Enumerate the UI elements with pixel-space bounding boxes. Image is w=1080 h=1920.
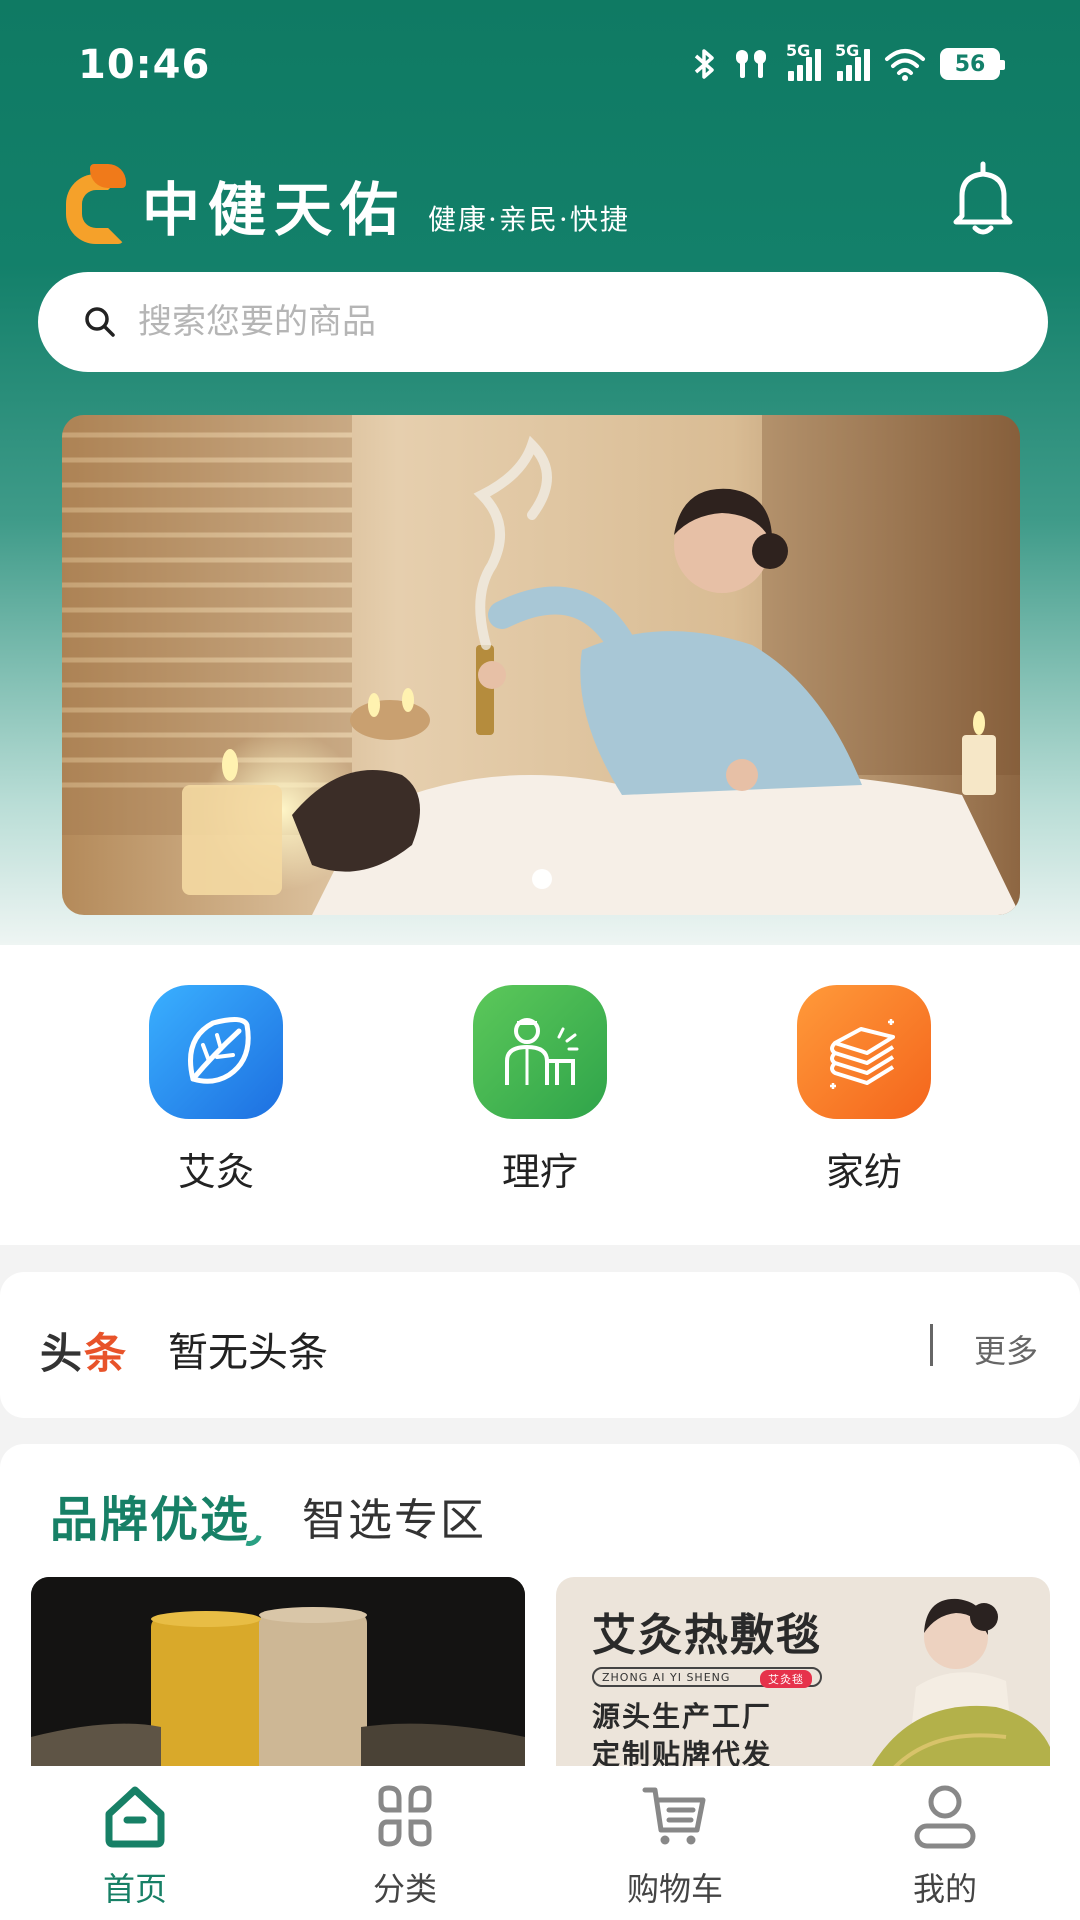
cart-icon [642,1787,706,1845]
brand-section: 品牌优选 智选专区 艾灸热敷毯 ZHONG AI YI SHENG 艾灸毯 源头生… [0,1444,1080,1784]
carousel-dot[interactable] [532,869,552,889]
nav-label: 我的 [912,1870,977,1908]
category-grid: 艾灸 理疗 家纺 [0,945,1080,1245]
promo-banner[interactable] [62,415,1020,915]
nav-category[interactable]: 分类 [270,1766,540,1920]
cellular-signal-icon-1: 5G [786,41,821,81]
category-icon [378,1785,432,1847]
status-bar: 10:46 5G 5G 56 [0,0,1080,130]
category-label: 理疗 [501,1150,578,1194]
nav-home[interactable]: 首页 [0,1766,270,1920]
tab-smart-picks[interactable]: 智选专区 [302,1484,486,1548]
headline-text: 暂无头条 [168,1330,328,1376]
model-image [866,1598,1050,1777]
therapist-icon [473,985,607,1119]
home-icon [105,1786,165,1848]
search-bar[interactable] [38,272,1048,372]
nav-profile[interactable]: 我的 [810,1766,1080,1920]
nav-label: 分类 [372,1870,437,1908]
card-line-1: 源头生产工厂 [592,1700,773,1733]
brand-header: 中健天佑 健康·亲民·快捷 [66,160,630,250]
search-input[interactable] [138,302,938,342]
nav-label: 购物车 [626,1870,723,1908]
moxa-rolls-image [31,1577,525,1777]
category-label: 艾灸 [177,1150,254,1194]
product-card-moxa[interactable] [31,1577,525,1777]
search-icon [85,307,115,337]
cellular-signal-icon-2: 5G [835,41,870,81]
status-time: 10:46 [78,42,211,88]
card-tag: ZHONG AI YI SHENG 艾灸毯 [592,1667,822,1688]
battery-indicator: 56 [940,48,1005,80]
earbuds-icon [736,50,766,78]
network-type-1: 5G [786,41,811,60]
nav-cart[interactable]: 购物车 [540,1766,810,1920]
wifi-icon [885,49,925,81]
headline-divider [930,1324,933,1366]
category-therapy[interactable]: 理疗 [440,985,640,1196]
bottom-nav: 首页 分类 购物车 我的 [0,1766,1080,1920]
nav-label: 首页 [102,1870,167,1908]
leaf-icon [149,985,283,1119]
category-home-textile[interactable]: 家纺 [764,985,964,1196]
network-type-2: 5G [835,41,860,60]
card-title: 艾灸热敷毯 [592,1610,822,1661]
headline-more-link[interactable]: 更多 [974,1326,1038,1372]
logo-mark [66,164,128,246]
brand-slogan: 健康·亲民·快捷 [428,203,630,236]
headline-logo: 头条 [40,1329,129,1378]
category-moxibustion[interactable]: 艾灸 [116,985,316,1196]
headline-bar[interactable]: 头条 暂无头条 更多 [0,1272,1080,1418]
brand-name: 中健天佑 [142,176,407,244]
product-card-heating-blanket[interactable]: 艾灸热敷毯 ZHONG AI YI SHENG 艾灸毯 源头生产工厂 定制贴牌代发 [556,1577,1050,1777]
folded-textile-icon [797,985,931,1119]
status-icons: 5G 5G 56 [692,41,1005,82]
banner-image [62,415,1020,915]
category-label: 家纺 [825,1150,902,1194]
tab-brand-picks[interactable]: 品牌优选 [50,1480,250,1550]
bell-icon[interactable] [948,160,1018,240]
profile-icon [914,1785,976,1849]
bluetooth-icon [694,49,714,79]
